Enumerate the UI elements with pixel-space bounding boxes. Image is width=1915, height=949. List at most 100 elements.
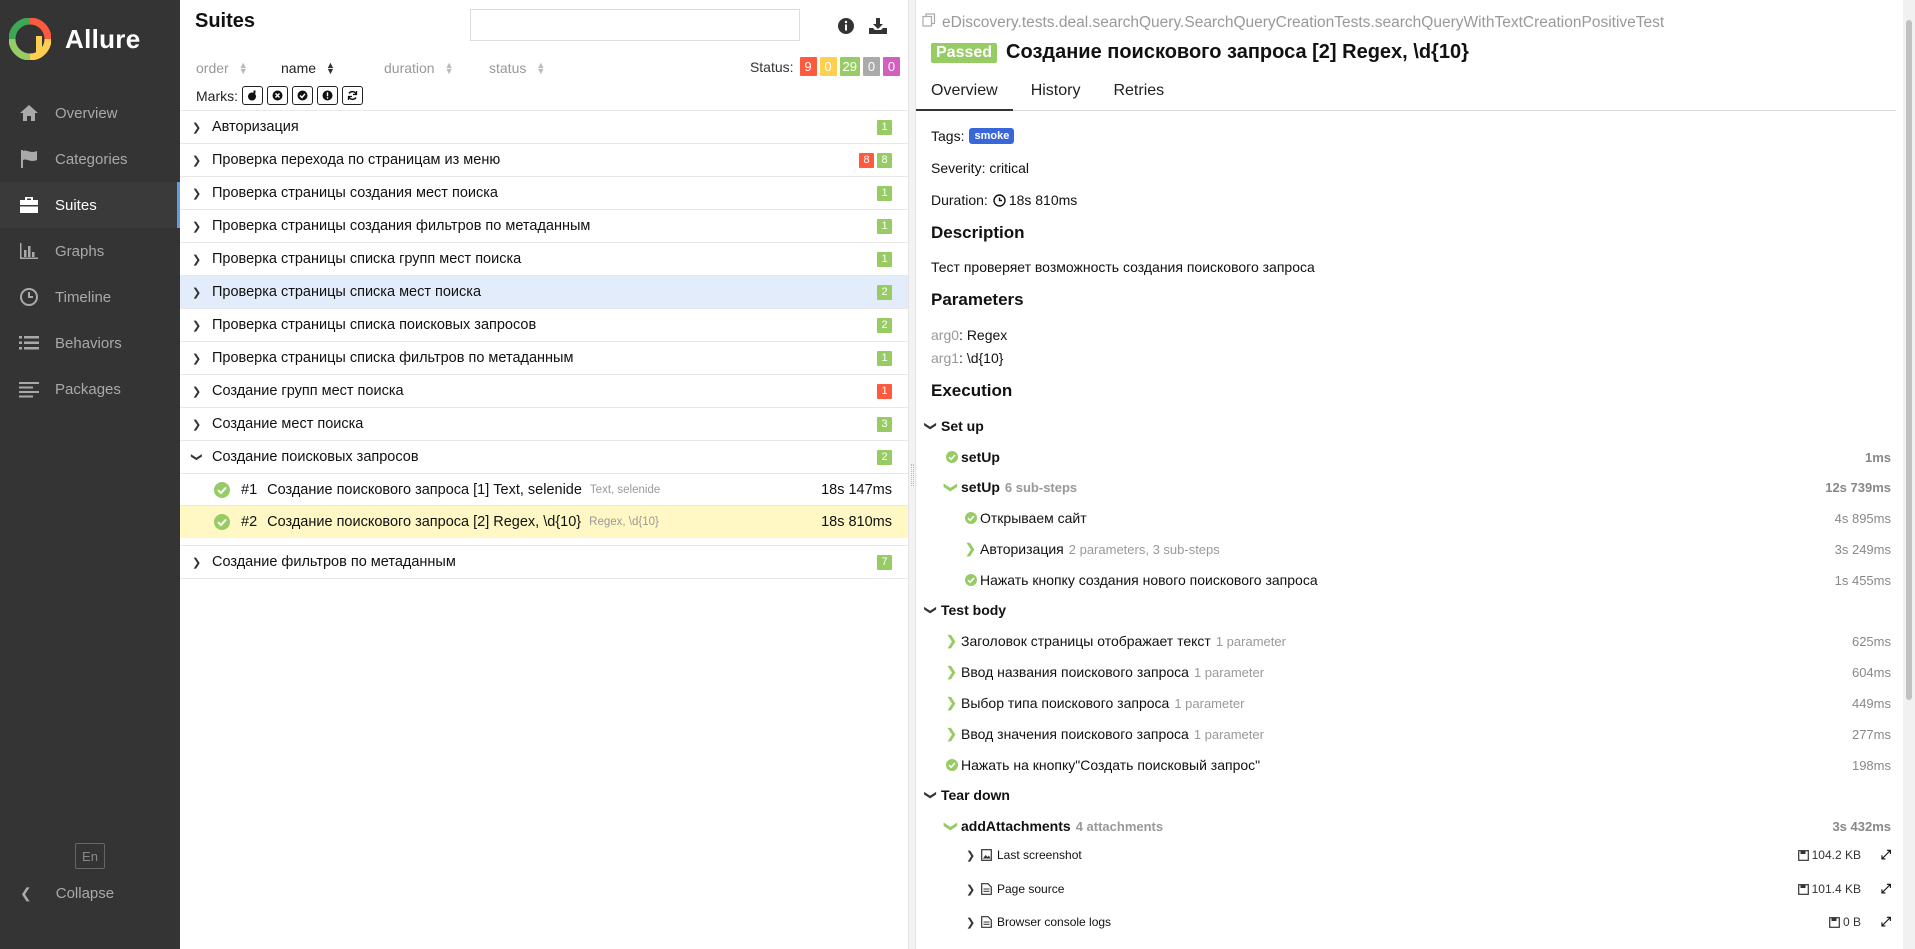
retries-mark-icon[interactable] xyxy=(342,86,363,105)
tree-group[interactable]: ❯ Авторизация 1 xyxy=(180,111,908,144)
step-row[interactable]: ❯ Ввод названия поискового запроса 1 par… xyxy=(946,659,1891,685)
sort-name[interactable]: name ▲ ▼ xyxy=(281,60,335,76)
tree-group-name: Проверка страницы списка фильтров по мет… xyxy=(212,350,574,366)
step-row[interactable]: ❯ Заголовок страницы отображает текст 1 … xyxy=(946,628,1891,654)
briefcase-icon xyxy=(18,194,40,216)
test-case-row-selected[interactable]: #2 Создание поискового запроса [2] Regex… xyxy=(180,506,908,538)
step-row[interactable]: Нажать кнопку создания нового поискового… xyxy=(965,567,1891,593)
passed-status-icon xyxy=(946,759,958,771)
passed-status-icon xyxy=(214,514,230,530)
attachment-row[interactable]: ❯ Browser console logs 0 B ⤢ xyxy=(966,909,1891,935)
chevron-right-icon: ❯ xyxy=(946,633,957,648)
step-row[interactable]: ❯ Авторизация 2 parameters, 3 sub-steps … xyxy=(965,536,1891,562)
new-broken-mark-icon[interactable] xyxy=(317,86,338,105)
tags-row: Tags: smoke xyxy=(931,128,1015,144)
expand-icon[interactable]: ⤢ xyxy=(1881,847,1891,863)
tree-group[interactable]: ❯ Проверка страницы списка поисковых зап… xyxy=(180,309,908,342)
severity-row: Severity: critical xyxy=(931,160,1029,176)
collapse-button[interactable]: ❮ Collapse xyxy=(20,882,114,904)
sort-status[interactable]: status ▲ ▼ xyxy=(489,60,545,76)
sidebar-item-graphs[interactable]: Graphs xyxy=(0,228,180,274)
detail-scrollbar[interactable] xyxy=(1903,0,1915,949)
step-row[interactable]: ❯ Выбор типа поискового запроса 1 parame… xyxy=(946,690,1891,716)
chevron-right-icon: ❯ xyxy=(192,286,202,299)
chevron-down-icon: ❯ xyxy=(190,452,203,462)
step-row-expanded[interactable]: ❯ setUp 6 sub-steps 12s 739ms xyxy=(944,474,1891,500)
flaky-mark-icon[interactable] xyxy=(242,86,263,105)
teardown-section-toggle[interactable]: ❯ Tear down xyxy=(924,782,1891,808)
failed-count-badge: 1 xyxy=(877,383,892,399)
tree-group[interactable]: ❯ Проверка страницы создания фильтров по… xyxy=(180,210,908,243)
test-full-name: eDiscovery.tests.deal.searchQuery.Search… xyxy=(922,13,1664,32)
chevron-right-icon: ❯ xyxy=(192,418,202,431)
tree-group[interactable]: ❯ Проверка страницы списка групп мест по… xyxy=(180,243,908,276)
tab-retries[interactable]: Retries xyxy=(1098,78,1179,111)
search-input[interactable] xyxy=(470,9,800,41)
description-heading: Description xyxy=(931,223,1025,242)
sort-duration[interactable]: duration ▲ ▼ xyxy=(384,60,454,76)
setup-section-toggle[interactable]: ❯ Set up xyxy=(924,413,1891,439)
sidebar-item-behaviors[interactable]: Behaviors xyxy=(0,320,180,366)
sort-order[interactable]: order ▲ ▼ xyxy=(196,60,248,76)
new-passed-mark-icon[interactable] xyxy=(292,86,313,105)
tree-group-name: Проверка страницы списка мест поиска xyxy=(212,284,482,300)
sidebar-item-overview[interactable]: Overview xyxy=(0,90,180,136)
severity-text: Severity: critical xyxy=(931,160,1030,176)
tree-group[interactable]: ❯ Проверка перехода по страницам из меню… xyxy=(180,144,908,177)
language-button[interactable]: En xyxy=(75,843,105,869)
chevron-right-icon: ❯ xyxy=(966,916,976,929)
clock-icon xyxy=(993,193,1006,207)
tree-group-expanded[interactable]: ❯ Создание поисковых запросов 2 xyxy=(180,441,908,474)
tree-group[interactable]: ❯ Проверка страницы создания мест поиска… xyxy=(180,177,908,210)
step-duration: 277ms xyxy=(1851,726,1891,742)
step-meta: 6 sub-steps xyxy=(1004,479,1078,495)
tab-history[interactable]: History xyxy=(1016,78,1096,111)
expand-icon[interactable]: ⤢ xyxy=(1881,881,1891,897)
step-row-expanded[interactable]: ❯ addAttachments 4 attachments 3s 432ms xyxy=(944,813,1891,839)
save-icon xyxy=(1797,849,1809,861)
status-unknown-toggle[interactable]: 0 xyxy=(883,57,900,76)
step-row[interactable]: Нажать на кнопку"Создать поисковый запро… xyxy=(946,752,1891,778)
status-badge: Passed xyxy=(931,42,998,63)
scrollbar-thumb[interactable] xyxy=(1906,20,1912,700)
step-row[interactable]: ❯ Ввод значения поискового запроса 1 par… xyxy=(946,721,1891,747)
brand[interactable]: Allure xyxy=(0,0,180,78)
attachment-size: 0 B xyxy=(1829,915,1861,929)
status-passed-toggle[interactable]: 29 xyxy=(839,57,860,76)
step-row[interactable]: Открываем сайт 4s 895ms xyxy=(965,505,1891,531)
test-case-number: #2 xyxy=(241,514,258,530)
sidebar-item-categories[interactable]: Categories xyxy=(0,136,180,182)
info-icon[interactable] xyxy=(836,16,856,36)
attachment-row[interactable]: ❯ Last screenshot 104.2 KB ⤢ xyxy=(966,842,1891,868)
sidebar-item-packages[interactable]: Packages xyxy=(0,366,180,412)
step-row[interactable]: setUp 1ms xyxy=(946,444,1891,470)
text-file-icon xyxy=(981,883,992,895)
tab-overview[interactable]: Overview xyxy=(916,78,1013,111)
status-skipped-toggle[interactable]: 0 xyxy=(863,57,880,76)
sidebar-item-timeline[interactable]: Timeline xyxy=(0,274,180,320)
tree-group[interactable]: ❯ Проверка страницы списка фильтров по м… xyxy=(180,342,908,375)
tree-group[interactable]: ❯ Проверка страницы списка мест поиска 2 xyxy=(180,276,908,309)
tree-group[interactable]: ❯ Создание групп мест поиска 1 xyxy=(180,375,908,408)
step-name: Авторизация xyxy=(980,541,1064,557)
tree-group[interactable]: ❯ Создание фильтров по метаданным 7 xyxy=(180,546,908,579)
copy-icon[interactable] xyxy=(922,13,936,32)
sidebar-item-label: Categories xyxy=(55,150,128,168)
passed-count-badge: 8 xyxy=(877,152,892,168)
expand-icon[interactable]: ⤢ xyxy=(1881,914,1891,930)
pane-resize-handle[interactable] xyxy=(908,0,916,949)
status-broken-toggle[interactable]: 0 xyxy=(819,57,837,76)
step-duration: 3s 432ms xyxy=(1832,818,1891,834)
test-case-row[interactable]: #1 Создание поискового запроса [1] Text,… xyxy=(180,474,908,506)
tree-group[interactable]: ❯ Создание мест поиска 3 xyxy=(180,408,908,441)
tree-group-name: Проверка страницы создания фильтров по м… xyxy=(212,218,591,234)
parameter-name: arg0 xyxy=(931,327,960,343)
download-icon[interactable] xyxy=(868,16,888,36)
passed-count-badge: 1 xyxy=(877,119,892,135)
test-body-section-toggle[interactable]: ❯ Test body xyxy=(924,597,1891,623)
tag-badge: smoke xyxy=(969,128,1015,144)
sidebar-item-suites[interactable]: Suites xyxy=(0,182,180,228)
status-failed-toggle[interactable]: 9 xyxy=(799,57,817,76)
new-failed-mark-icon[interactable] xyxy=(267,86,288,105)
attachment-row[interactable]: ❯ Page source 101.4 KB ⤢ xyxy=(966,876,1891,902)
